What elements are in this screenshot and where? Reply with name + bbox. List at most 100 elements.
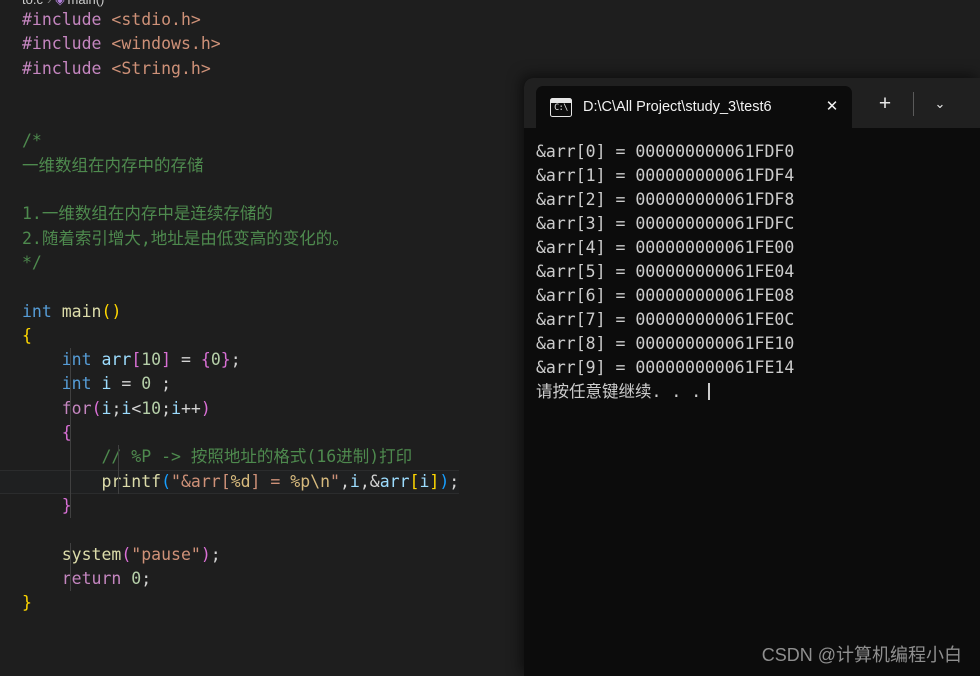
code-token: ] bbox=[161, 350, 172, 370]
code-line-include-string[interactable]: #include <String.h> bbox=[0, 57, 459, 81]
terminal-titlebar[interactable]: C:\ D:\C\All Project\study_3\test6 ✕ + ⌄ bbox=[524, 78, 980, 128]
code-token: i bbox=[101, 398, 112, 418]
code-token: i bbox=[91, 374, 112, 394]
code-line-for-open-brace[interactable]: { bbox=[0, 421, 459, 446]
breadcrumb-function[interactable]: main() bbox=[68, 0, 105, 7]
code-token: , bbox=[339, 471, 350, 491]
close-icon[interactable]: ✕ bbox=[822, 97, 842, 117]
indent-guide bbox=[70, 421, 71, 446]
code-token: #include bbox=[22, 58, 102, 78]
code-line-comment-printf[interactable]: // %P -> 按照地址的格式(16进制)打印 bbox=[0, 445, 459, 470]
cmd-console-icon: C:\ bbox=[550, 97, 572, 117]
code-token: #include bbox=[22, 34, 102, 54]
code-token: [ bbox=[409, 471, 420, 491]
indent-guide bbox=[70, 348, 71, 373]
code-line-for-close-brace[interactable]: } bbox=[0, 493, 459, 519]
code-token: ; bbox=[449, 471, 460, 491]
terminal-output-line: &arr[9] = 000000000061FE14 bbox=[536, 358, 795, 377]
chevron-down-icon[interactable]: ⌄ bbox=[928, 94, 952, 114]
code-line-include-stdio[interactable]: #include <stdio.h> bbox=[0, 8, 459, 32]
indent-guide bbox=[70, 396, 71, 422]
code-line-main-signature[interactable]: int main() bbox=[0, 300, 459, 324]
code-line-include-windows[interactable]: #include <windows.h> bbox=[0, 32, 459, 56]
code-token: int bbox=[22, 301, 52, 321]
terminal-output-line: &arr[8] = 000000000061FE10 bbox=[536, 334, 795, 353]
code-line-blank-2[interactable] bbox=[0, 105, 459, 129]
indent-guide bbox=[70, 372, 71, 397]
terminal-output-line: &arr[3] = 000000000061FDFC bbox=[536, 214, 795, 233]
code-token: 0 bbox=[131, 568, 142, 588]
terminal-tab[interactable]: C:\ D:\C\All Project\study_3\test6 ✕ bbox=[536, 86, 852, 128]
code-token: 0 bbox=[141, 374, 152, 394]
method-symbol-icon: ◈ bbox=[55, 0, 65, 7]
code-line-main-close-brace[interactable]: } bbox=[0, 591, 459, 615]
code-content[interactable]: #include <stdio.h> #include <windows.h> #i… bbox=[0, 8, 460, 615]
breadcrumb-file[interactable]: to.c bbox=[22, 0, 43, 7]
code-token: %d bbox=[230, 471, 251, 491]
code-line-blank-4[interactable] bbox=[0, 518, 459, 542]
code-token: ) bbox=[439, 471, 450, 491]
code-line-comment-blank[interactable] bbox=[0, 178, 459, 202]
code-line-main-open-brace[interactable]: { bbox=[0, 324, 459, 348]
code-line-comment-open[interactable]: /* bbox=[0, 129, 459, 153]
code-token: \n bbox=[310, 471, 331, 491]
breadcrumb-separator: › bbox=[43, 0, 55, 7]
code-token: arr bbox=[91, 350, 132, 370]
terminal-output-line: &arr[4] = 000000000061FE00 bbox=[536, 238, 795, 257]
terminal-output[interactable]: &arr[0] = 000000000061FDF0 &arr[1] = 0000… bbox=[524, 128, 980, 676]
code-line-blank-1[interactable] bbox=[0, 81, 459, 105]
cmd-console-icon-label: C:\ bbox=[554, 102, 568, 113]
code-token: 10 bbox=[141, 398, 162, 418]
code-line-comment-point-1[interactable]: 1.一维数组在内存中是连续存储的 bbox=[0, 202, 459, 226]
code-token: ( bbox=[101, 301, 112, 321]
code-line-comment-title[interactable]: 一维数组在内存中的存储 bbox=[0, 154, 459, 178]
code-token: 一维数组在内存中的存储 bbox=[22, 155, 204, 175]
code-token: 1.一维数组在内存中是连续存储的 bbox=[22, 204, 273, 224]
code-token: ] bbox=[250, 471, 261, 491]
code-token: <windows.h> bbox=[111, 34, 221, 54]
code-token: i bbox=[419, 471, 430, 491]
code-line-blank-3[interactable] bbox=[0, 275, 459, 299]
code-line-decl-arr[interactable]: int arr[10] = {0}; bbox=[0, 348, 459, 373]
indent-guide bbox=[70, 469, 71, 494]
indent-guide bbox=[70, 566, 71, 592]
code-token: ; bbox=[210, 544, 221, 564]
code-line-system-pause[interactable]: system("pause"); bbox=[0, 542, 459, 567]
code-token: for bbox=[61, 398, 92, 418]
code-token: } bbox=[220, 350, 231, 370]
terminal-output-line: &arr[7] = 000000000061FE0C bbox=[536, 310, 795, 329]
indent-guide bbox=[70, 445, 71, 470]
code-line-printf-call[interactable]: printf("&arr[%d] = %p\n",i,&arr[i]); bbox=[0, 469, 460, 494]
terminal-prompt-line: 请按任意键继续. . . bbox=[536, 380, 980, 404]
code-token: { bbox=[200, 350, 211, 370]
code-token: } bbox=[22, 593, 32, 613]
code-token: /* bbox=[22, 131, 42, 151]
code-line-return-zero[interactable]: return 0; bbox=[0, 566, 459, 592]
code-token: ) bbox=[200, 544, 211, 564]
code-token: ++ bbox=[181, 398, 201, 418]
code-token: [ bbox=[131, 350, 142, 370]
code-token: #include bbox=[22, 10, 102, 29]
new-tab-button[interactable]: + bbox=[872, 93, 898, 115]
code-token: 0 bbox=[210, 350, 221, 370]
code-line-comment-close[interactable]: */ bbox=[0, 251, 459, 275]
code-token: ,& bbox=[359, 471, 380, 491]
code-token: ( bbox=[91, 398, 102, 418]
code-line-comment-point-2[interactable]: 2.随着索引增大,地址是由低变高的变化的。 bbox=[0, 227, 459, 251]
terminal-window[interactable]: C:\ D:\C\All Project\study_3\test6 ✕ + ⌄… bbox=[524, 78, 980, 676]
titlebar-divider bbox=[913, 92, 914, 116]
code-line-for-statement[interactable]: for(i;i<10;i++) bbox=[0, 396, 459, 422]
indent-guide bbox=[118, 445, 119, 470]
terminal-output-line: &arr[2] = 000000000061FDF8 bbox=[536, 190, 795, 209]
terminal-output-line: &arr[1] = 000000000061FDF4 bbox=[536, 166, 795, 185]
terminal-output-line: &arr[5] = 000000000061FE04 bbox=[536, 262, 795, 281]
code-line-decl-i[interactable]: int i = 0 ; bbox=[0, 372, 459, 397]
